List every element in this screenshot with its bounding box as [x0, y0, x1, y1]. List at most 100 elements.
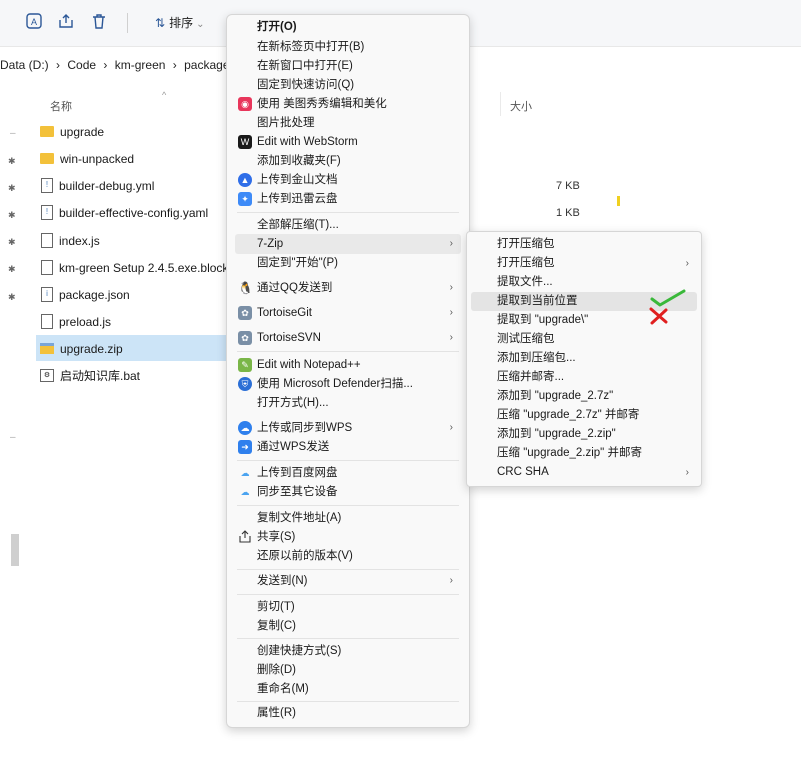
menu-item-meitu[interactable]: ◉ 使用 美图秀秀编辑和美化	[235, 94, 461, 114]
menu-item-share[interactable]: 共享(S)	[235, 527, 461, 547]
menu-item-defender[interactable]: ⛨ 使用 Microsoft Defender扫描...	[235, 374, 461, 394]
menu-item-7zip[interactable]: 7-Zip ›	[235, 234, 461, 254]
file-name: builder-debug.yml	[59, 178, 155, 193]
chevron-right-icon: ›	[449, 575, 453, 586]
pin-icon: ✱	[8, 183, 16, 193]
zip-item-test-archive[interactable]: 测试压缩包	[471, 330, 697, 349]
menu-item-wps-upload[interactable]: ☁ 上传或同步到WPS ›	[235, 418, 461, 438]
menu-item-open[interactable]: 打开(O)	[235, 17, 461, 37]
menu-item-webstorm[interactable]: W Edit with WebStorm	[235, 132, 461, 152]
chevron-right-icon: ›	[449, 422, 453, 433]
file-row-upgrade-zip[interactable]: upgrade.zip	[36, 335, 226, 361]
menu-item-baidu-sync[interactable]: ☁ 同步至其它设备	[235, 482, 461, 502]
zip-item-crc-sha[interactable]: CRC SHA ›	[471, 463, 697, 482]
zip-item-open-archive-sub[interactable]: 打开压缩包 ›	[471, 254, 697, 273]
file-row-package-json[interactable]: i package.json	[36, 281, 226, 307]
bat-file-icon: ⚙	[40, 369, 54, 383]
file-row-win-unpacked[interactable]: win-unpacked	[36, 145, 226, 171]
tortoisegit-icon: ✿	[238, 306, 252, 320]
zip-item-compress-zip-email[interactable]: 压缩 "upgrade_2.zip" 并邮寄	[471, 444, 697, 463]
menu-item-label: 测试压缩包	[497, 333, 555, 345]
menu-item-rename[interactable]: 重命名(M)	[235, 679, 461, 699]
menu-item-label: 通过QQ发送到	[257, 282, 333, 294]
scrollbar-thumb[interactable]	[11, 534, 19, 566]
menu-item-baidu-upload[interactable]: ☁ 上传到百度网盘	[235, 463, 461, 483]
menu-item-pin-quick-access[interactable]: 固定到快速访问(Q)	[235, 75, 461, 95]
file-row-preload-js[interactable]: . preload.js	[36, 308, 226, 334]
menu-item-label: 通过WPS发送	[257, 441, 330, 453]
sort-caret-icon: ^	[162, 90, 167, 100]
zip-item-compress-email[interactable]: 压缩并邮寄...	[471, 368, 697, 387]
zip-item-add-7z[interactable]: 添加到 "upgrade_2.7z"	[471, 387, 697, 406]
menu-item-tortoisesvn[interactable]: ✿ TortoiseSVN ›	[235, 328, 461, 348]
column-header-name[interactable]: 名称	[50, 98, 72, 114]
baidu-sync-icon: ☁	[240, 487, 250, 497]
file-icon: .	[41, 233, 53, 249]
menu-item-copy-path[interactable]: 复制文件地址(A)	[235, 508, 461, 528]
menu-item-image-batch[interactable]: 图片批处理	[235, 113, 461, 133]
menu-item-label: 打开方式(H)...	[257, 397, 329, 409]
menu-item-cut[interactable]: 剪切(T)	[235, 597, 461, 617]
ai-icon[interactable]: A	[24, 12, 44, 32]
menu-item-label: 添加到压缩包...	[497, 352, 576, 364]
menu-item-label: 在新窗口中打开(E)	[257, 60, 353, 72]
zip-item-compress-7z-email[interactable]: 压缩 "upgrade_2.7z" 并邮寄	[471, 406, 697, 425]
menu-item-label: 复制(C)	[257, 620, 296, 632]
zip-item-add-to-archive[interactable]: 添加到压缩包...	[471, 349, 697, 368]
menu-item-qq-send[interactable]: 🐧 通过QQ发送到 ›	[235, 278, 461, 298]
menu-separator	[237, 212, 459, 213]
file-row-upgrade[interactable]: upgrade	[36, 118, 226, 144]
menu-item-label: 添加到收藏夹(F)	[257, 155, 341, 167]
menu-item-label: 固定到"开始"(P)	[257, 257, 338, 269]
delete-icon[interactable]	[89, 12, 109, 32]
menu-item-create-shortcut[interactable]: 创建快捷方式(S)	[235, 641, 461, 661]
menu-item-xunlei[interactable]: ✦ 上传到迅雷云盘	[235, 189, 461, 209]
menu-item-pin-start[interactable]: 固定到"开始"(P)	[235, 253, 461, 273]
pin-icon: ✱	[8, 264, 16, 274]
menu-item-label: CRC SHA	[497, 466, 549, 478]
menu-item-tortoisegit[interactable]: ✿ TortoiseGit ›	[235, 303, 461, 323]
breadcrumb-km-green[interactable]: km-green	[115, 58, 166, 72]
chevron-down-icon: ⌄	[196, 19, 205, 30]
breadcrumb-code[interactable]: Code	[67, 58, 96, 72]
menu-item-label: 7-Zip	[257, 238, 284, 250]
zip-item-add-zip[interactable]: 添加到 "upgrade_2.zip"	[471, 425, 697, 444]
menu-separator	[237, 460, 459, 461]
nav-dash: –	[10, 432, 16, 443]
zip-item-open-archive[interactable]: 打开压缩包	[471, 235, 697, 254]
menu-item-label: 属性(R)	[257, 707, 296, 719]
file-row-builder-debug[interactable]: ! builder-debug.yml	[36, 172, 226, 198]
breadcrumb-package[interactable]: package	[184, 58, 229, 72]
sort-button[interactable]: ⇅ 排序 ⌄	[155, 14, 204, 31]
menu-item-copy[interactable]: 复制(C)	[235, 616, 461, 636]
menu-item-open-new-tab[interactable]: 在新标签页中打开(B)	[235, 37, 461, 57]
column-header-size[interactable]: 大小	[510, 98, 532, 114]
menu-item-label: 上传到迅雷云盘	[257, 193, 338, 205]
menu-item-send-to[interactable]: 发送到(N) ›	[235, 571, 461, 591]
menu-item-label: TortoiseSVN	[257, 332, 321, 344]
file-row-index-js[interactable]: . index.js	[36, 227, 226, 253]
menu-item-label: 上传或同步到WPS	[257, 422, 353, 434]
menu-item-label: 提取文件...	[497, 276, 553, 288]
file-row-blockmap[interactable]: . km-green Setup 2.4.5.exe.blockm	[36, 254, 238, 280]
breadcrumb-separator: ›	[172, 58, 177, 72]
context-menu: 打开(O) 在新标签页中打开(B) 在新窗口中打开(E) 固定到快速访问(Q) …	[226, 14, 470, 728]
file-row-bat[interactable]: ⚙ 启动知识库.bat	[36, 362, 226, 388]
file-row-builder-effective-config[interactable]: ! builder-effective-config.yaml	[36, 199, 226, 225]
wps-send-icon: ➜	[238, 440, 252, 454]
menu-item-kdocs[interactable]: ▲ 上传到金山文档	[235, 170, 461, 190]
menu-item-open-new-window[interactable]: 在新窗口中打开(E)	[235, 56, 461, 76]
breadcrumb-drive[interactable]: Data (D:)	[0, 58, 49, 72]
menu-item-label: 同步至其它设备	[257, 486, 338, 498]
menu-item-wps-send[interactable]: ➜ 通过WPS发送	[235, 437, 461, 457]
menu-item-delete[interactable]: 删除(D)	[235, 660, 461, 680]
menu-item-properties[interactable]: 属性(R)	[235, 703, 461, 723]
menu-item-restore-versions[interactable]: 还原以前的版本(V)	[235, 546, 461, 566]
share-icon[interactable]	[56, 12, 76, 32]
notepadpp-icon: ✎	[238, 358, 252, 372]
menu-item-add-favorites[interactable]: 添加到收藏夹(F)	[235, 151, 461, 171]
menu-item-label: Edit with WebStorm	[257, 136, 358, 148]
menu-item-extract-all[interactable]: 全部解压缩(T)...	[235, 215, 461, 235]
menu-item-notepadpp[interactable]: ✎ Edit with Notepad++	[235, 355, 461, 375]
menu-item-open-with[interactable]: 打开方式(H)...	[235, 393, 461, 413]
